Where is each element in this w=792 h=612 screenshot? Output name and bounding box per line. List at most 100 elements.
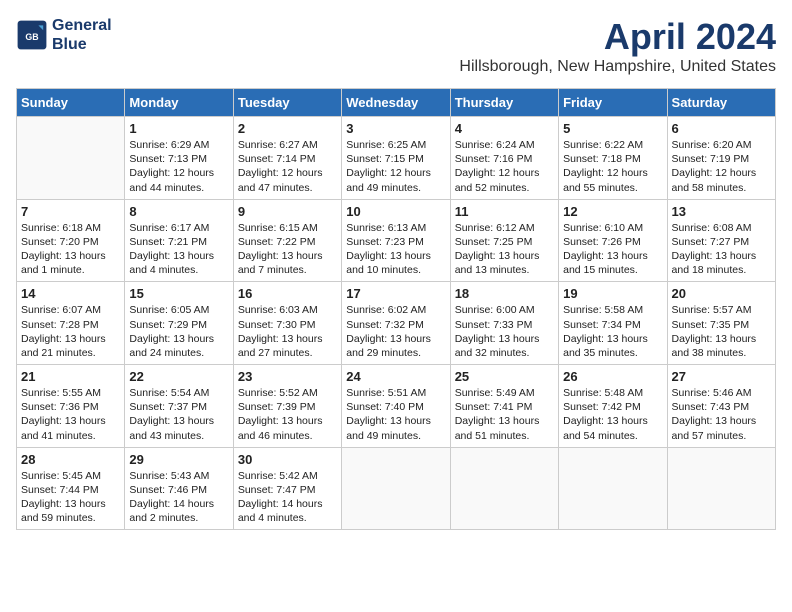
calendar-cell: 14 Sunrise: 6:07 AMSunset: 7:28 PMDayligh… — [17, 282, 125, 365]
sunrise-text: Sunrise: 5:45 AMSunset: 7:44 PMDaylight:… — [21, 470, 106, 525]
logo-icon: GB — [16, 19, 48, 51]
day-number: 8 — [129, 204, 228, 219]
sunrise-text: Sunrise: 5:54 AMSunset: 7:37 PMDaylight:… — [129, 387, 214, 442]
header-day-monday: Monday — [125, 89, 233, 117]
sunrise-text: Sunrise: 5:51 AMSunset: 7:40 PMDaylight:… — [346, 387, 431, 442]
header-day-wednesday: Wednesday — [342, 89, 450, 117]
calendar-week-2: 7Sunrise: 6:18 AMSunset: 7:20 PMDaylight… — [17, 199, 776, 282]
day-number: 19 — [563, 286, 662, 301]
sunrise-text: Sunrise: 5:43 AMSunset: 7:46 PMDaylight:… — [129, 470, 214, 525]
day-number: 26 — [563, 369, 662, 384]
calendar-subtitle: Hillsborough, New Hampshire, United Stat… — [459, 58, 776, 76]
day-number: 12 — [563, 204, 662, 219]
calendar-cell: 25 Sunrise: 5:49 AMSunset: 7:41 PMDayligh… — [450, 365, 558, 448]
sunrise-text: Sunrise: 6:02 AMSunset: 7:32 PMDaylight:… — [346, 304, 431, 359]
calendar-cell: 12 Sunrise: 6:10 AMSunset: 7:26 PMDayligh… — [559, 199, 667, 282]
sunrise-text: Sunrise: 6:00 AMSunset: 7:33 PMDaylight:… — [455, 304, 540, 359]
calendar-cell: 1 Sunrise: 6:29 AMSunset: 7:13 PMDaylight… — [125, 117, 233, 200]
day-number: 4 — [455, 121, 554, 136]
calendar-cell: 19 Sunrise: 5:58 AMSunset: 7:34 PMDayligh… — [559, 282, 667, 365]
calendar-cell: 3 Sunrise: 6:25 AMSunset: 7:15 PMDaylight… — [342, 117, 450, 200]
sunrise-text: Sunrise: 6:22 AMSunset: 7:18 PMDaylight:… — [563, 139, 648, 194]
calendar-cell: 26 Sunrise: 5:48 AMSunset: 7:42 PMDayligh… — [559, 365, 667, 448]
day-number: 17 — [346, 286, 445, 301]
calendar-header: SundayMondayTuesdayWednesdayThursdayFrid… — [17, 89, 776, 117]
sunrise-text: Sunrise: 6:13 AMSunset: 7:23 PMDaylight:… — [346, 222, 431, 277]
day-number: 11 — [455, 204, 554, 219]
sunrise-text: Sunrise: 6:10 AMSunset: 7:26 PMDaylight:… — [563, 222, 648, 277]
calendar-cell: 28 Sunrise: 5:45 AMSunset: 7:44 PMDayligh… — [17, 447, 125, 530]
calendar-cell — [450, 447, 558, 530]
header-day-sunday: Sunday — [17, 89, 125, 117]
header-day-friday: Friday — [559, 89, 667, 117]
calendar-cell: 2 Sunrise: 6:27 AMSunset: 7:14 PMDaylight… — [233, 117, 341, 200]
sunrise-text: Sunrise: 6:05 AMSunset: 7:29 PMDaylight:… — [129, 304, 214, 359]
header-day-saturday: Saturday — [667, 89, 775, 117]
calendar-cell: 13 Sunrise: 6:08 AMSunset: 7:27 PMDayligh… — [667, 199, 775, 282]
calendar-cell: 15 Sunrise: 6:05 AMSunset: 7:29 PMDayligh… — [125, 282, 233, 365]
header-day-thursday: Thursday — [450, 89, 558, 117]
day-number: 29 — [129, 452, 228, 467]
calendar-cell: 8Sunrise: 6:17 AMSunset: 7:21 PMDaylight… — [125, 199, 233, 282]
sunrise-text: Sunrise: 6:24 AMSunset: 7:16 PMDaylight:… — [455, 139, 540, 194]
day-number: 14 — [21, 286, 120, 301]
calendar-cell: 24 Sunrise: 5:51 AMSunset: 7:40 PMDayligh… — [342, 365, 450, 448]
day-number: 21 — [21, 369, 120, 384]
calendar-cell: 18Sunrise: 6:00 AMSunset: 7:33 PMDayligh… — [450, 282, 558, 365]
calendar-cell: 27 Sunrise: 5:46 AMSunset: 7:43 PMDayligh… — [667, 365, 775, 448]
svg-text:GB: GB — [25, 32, 38, 42]
sunrise-text: Sunrise: 6:07 AMSunset: 7:28 PMDaylight:… — [21, 304, 106, 359]
calendar-cell: 23Sunrise: 5:52 AMSunset: 7:39 PMDayligh… — [233, 365, 341, 448]
calendar-cell: 10 Sunrise: 6:13 AMSunset: 7:23 PMDayligh… — [342, 199, 450, 282]
calendar-week-4: 21 Sunrise: 5:55 AMSunset: 7:36 PMDayligh… — [17, 365, 776, 448]
logo-text-line1: General — [52, 16, 112, 35]
day-number: 13 — [672, 204, 771, 219]
day-number: 10 — [346, 204, 445, 219]
sunrise-text: Sunrise: 6:20 AMSunset: 7:19 PMDaylight:… — [672, 139, 757, 194]
sunrise-text: Sunrise: 5:48 AMSunset: 7:42 PMDaylight:… — [563, 387, 648, 442]
sunrise-text: Sunrise: 5:49 AMSunset: 7:41 PMDaylight:… — [455, 387, 540, 442]
calendar-cell — [559, 447, 667, 530]
calendar-title: April 2024 — [459, 16, 776, 58]
calendar-week-3: 14 Sunrise: 6:07 AMSunset: 7:28 PMDayligh… — [17, 282, 776, 365]
day-number: 25 — [455, 369, 554, 384]
calendar-cell: 17 Sunrise: 6:02 AMSunset: 7:32 PMDayligh… — [342, 282, 450, 365]
sunrise-text: Sunrise: 5:58 AMSunset: 7:34 PMDaylight:… — [563, 304, 648, 359]
calendar-cell: 5Sunrise: 6:22 AMSunset: 7:18 PMDaylight… — [559, 117, 667, 200]
day-number: 9 — [238, 204, 337, 219]
calendar-cell — [667, 447, 775, 530]
calendar-week-5: 28 Sunrise: 5:45 AMSunset: 7:44 PMDayligh… — [17, 447, 776, 530]
sunrise-text: Sunrise: 6:08 AMSunset: 7:27 PMDaylight:… — [672, 222, 757, 277]
calendar-table: SundayMondayTuesdayWednesdayThursdayFrid… — [16, 88, 776, 530]
calendar-week-1: 1 Sunrise: 6:29 AMSunset: 7:13 PMDaylight… — [17, 117, 776, 200]
day-number: 16 — [238, 286, 337, 301]
logo-text-line2: Blue — [52, 35, 112, 54]
day-number: 22 — [129, 369, 228, 384]
day-number: 28 — [21, 452, 120, 467]
sunrise-text: Sunrise: 6:25 AMSunset: 7:15 PMDaylight:… — [346, 139, 431, 194]
day-number: 1 — [129, 121, 228, 136]
calendar-cell: 7Sunrise: 6:18 AMSunset: 7:20 PMDaylight… — [17, 199, 125, 282]
calendar-cell: 30 Sunrise: 5:42 AMSunset: 7:47 PMDayligh… — [233, 447, 341, 530]
sunrise-text: Sunrise: 5:52 AMSunset: 7:39 PMDaylight:… — [238, 387, 323, 442]
sunrise-text: Sunrise: 6:29 AMSunset: 7:13 PMDaylight:… — [129, 139, 214, 194]
calendar-cell: 16Sunrise: 6:03 AMSunset: 7:30 PMDayligh… — [233, 282, 341, 365]
sunrise-text: Sunrise: 5:46 AMSunset: 7:43 PMDaylight:… — [672, 387, 757, 442]
calendar-cell: 21 Sunrise: 5:55 AMSunset: 7:36 PMDayligh… — [17, 365, 125, 448]
day-number: 2 — [238, 121, 337, 136]
day-number: 3 — [346, 121, 445, 136]
sunrise-text: Sunrise: 6:12 AMSunset: 7:25 PMDaylight:… — [455, 222, 540, 277]
sunrise-text: Sunrise: 6:15 AMSunset: 7:22 PMDaylight:… — [238, 222, 323, 277]
day-number: 20 — [672, 286, 771, 301]
calendar-cell: 22 Sunrise: 5:54 AMSunset: 7:37 PMDayligh… — [125, 365, 233, 448]
sunrise-text: Sunrise: 6:18 AMSunset: 7:20 PMDaylight:… — [21, 222, 106, 277]
day-number: 24 — [346, 369, 445, 384]
sunrise-text: Sunrise: 5:42 AMSunset: 7:47 PMDaylight:… — [238, 470, 323, 525]
sunrise-text: Sunrise: 6:27 AMSunset: 7:14 PMDaylight:… — [238, 139, 323, 194]
day-number: 30 — [238, 452, 337, 467]
calendar-cell: 29 Sunrise: 5:43 AMSunset: 7:46 PMDayligh… — [125, 447, 233, 530]
calendar-cell: 4 Sunrise: 6:24 AMSunset: 7:16 PMDaylight… — [450, 117, 558, 200]
day-number: 27 — [672, 369, 771, 384]
day-number: 15 — [129, 286, 228, 301]
sunrise-text: Sunrise: 5:55 AMSunset: 7:36 PMDaylight:… — [21, 387, 106, 442]
